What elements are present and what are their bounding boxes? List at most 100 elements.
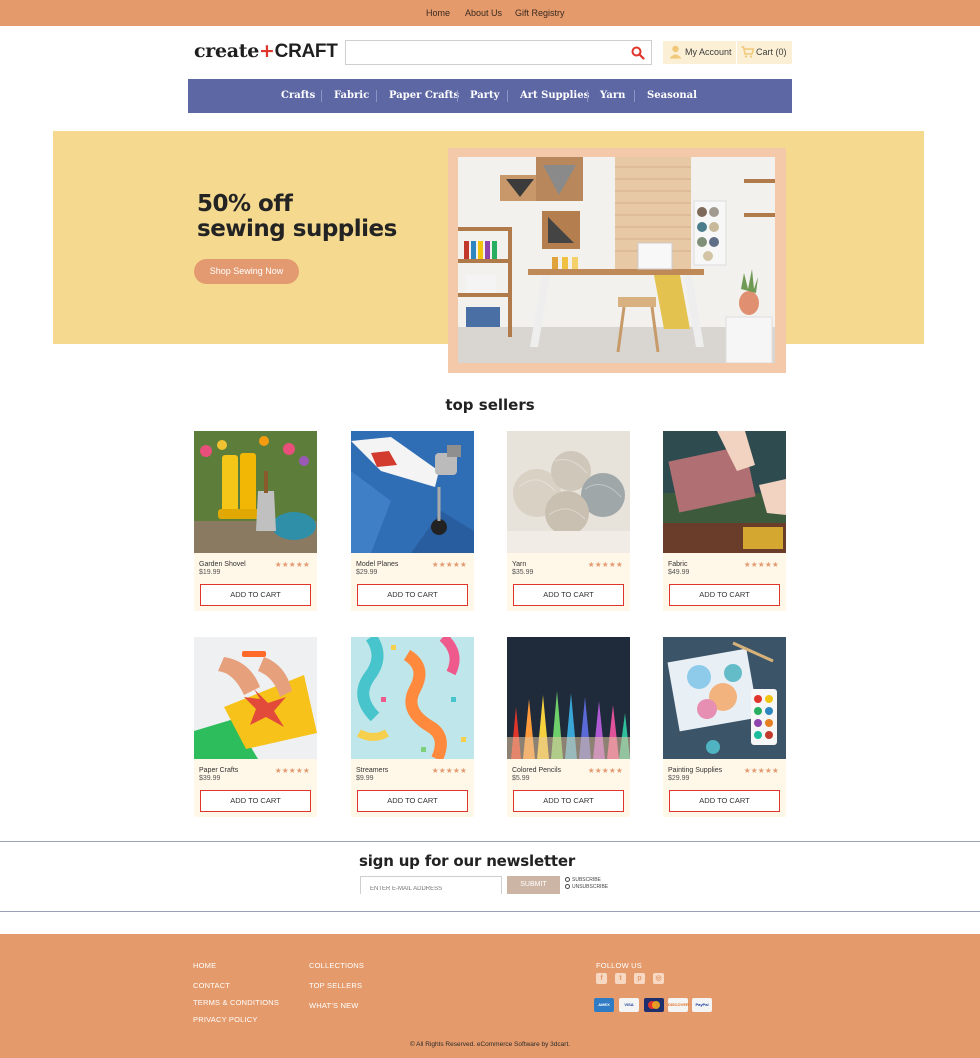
nav-divider — [457, 90, 458, 102]
footer-link-home[interactable]: HOME — [193, 961, 216, 970]
top-link-gift-registry[interactable]: Gift Registry — [515, 8, 565, 18]
facebook-icon[interactable]: f — [596, 973, 607, 984]
nav-divider — [507, 90, 508, 102]
category-nav: Crafts Fabric Paper Crafts Party Art Sup… — [188, 79, 792, 113]
top-sellers-title: top sellers — [445, 396, 535, 414]
hero-line2: sewing supplies — [197, 216, 397, 242]
hero-image — [458, 157, 775, 363]
product-image-streamers[interactable] — [351, 637, 474, 759]
top-link-about[interactable]: About Us — [465, 8, 502, 18]
product-price: $35.99 — [512, 569, 534, 576]
product-image-colored-pencils[interactable] — [507, 637, 630, 759]
add-to-cart-button[interactable]: ADD TO CART — [200, 790, 311, 812]
add-to-cart-button[interactable]: ADD TO CART — [669, 584, 780, 606]
product-name[interactable]: Garden Shovel — [199, 561, 246, 568]
product-price: $29.99 — [356, 569, 378, 576]
my-account-label: My Account — [685, 47, 732, 57]
discover-icon: DISCOVER — [668, 998, 689, 1012]
nav-item-art-supplies[interactable]: Art Supplies — [520, 90, 589, 101]
logo-plus: + — [259, 40, 275, 62]
product-name[interactable]: Paper Crafts — [199, 767, 238, 774]
radio-circle — [565, 884, 570, 890]
nav-item-crafts[interactable]: Crafts — [281, 90, 315, 101]
search-input[interactable] — [352, 44, 622, 61]
follow-us-heading: FOLLOW US — [596, 961, 642, 970]
product-name[interactable]: Yarn — [512, 561, 526, 568]
divider — [0, 911, 980, 912]
nav-item-party[interactable]: Party — [470, 90, 499, 101]
product-name[interactable]: Streamers — [356, 767, 388, 774]
nav-item-seasonal[interactable]: Seasonal — [647, 90, 697, 101]
product-name[interactable]: Painting Supplies — [668, 767, 722, 774]
product-image-garden-shovel[interactable] — [194, 431, 317, 553]
nav-divider — [634, 90, 635, 102]
product-image-yarn[interactable] — [507, 431, 630, 553]
search-box — [345, 40, 652, 65]
product-card: Yarn $35.99 ★★★★★ ADD TO CART — [507, 431, 630, 611]
footer-link-top-sellers[interactable]: TOP SELLERS — [309, 981, 362, 990]
unsubscribe-label: UNSUBSCRIBE — [572, 884, 609, 890]
subscribe-radio[interactable]: SUBSCRIBE — [565, 877, 601, 883]
newsletter-email-input[interactable] — [361, 881, 501, 897]
nav-divider — [321, 90, 322, 102]
amex-icon: AMEX — [594, 998, 614, 1012]
cart-icon — [741, 46, 754, 58]
product-card: Colored Pencils $5.99 ★★★★★ ADD TO CART — [507, 637, 630, 817]
product-price: $9.99 — [356, 775, 374, 782]
twitter-icon[interactable]: t — [615, 973, 626, 984]
mastercard-icon — [644, 998, 664, 1012]
instagram-icon[interactable]: ◎ — [653, 973, 664, 984]
product-image-model-planes[interactable] — [351, 431, 474, 553]
nav-item-fabric[interactable]: Fabric — [334, 90, 369, 101]
cart-button[interactable]: Cart (0) — [737, 41, 792, 64]
product-price: $39.99 — [199, 775, 221, 782]
newsletter-email-box — [360, 876, 502, 897]
product-image-fabric[interactable] — [663, 431, 786, 553]
paypal-icon: PayPal — [692, 998, 712, 1012]
add-to-cart-button[interactable]: ADD TO CART — [513, 790, 624, 812]
star-rating: ★★★★★ — [743, 766, 779, 775]
product-name[interactable]: Fabric — [668, 561, 687, 568]
newsletter-submit-button[interactable]: SUBMIT — [507, 876, 560, 894]
newsletter-title: sign up for our newsletter — [359, 852, 576, 870]
add-to-cart-button[interactable]: ADD TO CART — [357, 584, 468, 606]
product-image-painting-supplies[interactable] — [663, 637, 786, 759]
product-name[interactable]: Model Planes — [356, 561, 398, 568]
top-link-home[interactable]: Home — [426, 8, 450, 18]
star-rating: ★★★★★ — [431, 766, 467, 775]
product-image-paper-crafts[interactable] — [194, 637, 317, 759]
visa-icon: VISA — [619, 998, 639, 1012]
product-name[interactable]: Colored Pencils — [512, 767, 561, 774]
search-icon[interactable] — [631, 46, 645, 60]
nav-divider — [376, 90, 377, 102]
site-logo[interactable]: create+CRAFT — [194, 40, 338, 63]
add-to-cart-button[interactable]: ADD TO CART — [513, 584, 624, 606]
divider — [0, 841, 980, 842]
footer — [0, 934, 980, 1058]
shop-sewing-button[interactable]: Shop Sewing Now — [194, 259, 299, 284]
hero-line1: 50% off — [197, 191, 293, 217]
footer-link-whats-new[interactable]: WHAT'S NEW — [309, 1001, 359, 1010]
logo-word-create: create — [194, 40, 260, 62]
nav-item-paper-crafts[interactable]: Paper Crafts — [389, 90, 459, 101]
pinterest-icon[interactable]: p — [634, 973, 645, 984]
footer-link-privacy[interactable]: PRIVACY POLICY — [193, 1015, 258, 1024]
add-to-cart-button[interactable]: ADD TO CART — [200, 584, 311, 606]
my-account-button[interactable]: My Account — [663, 41, 736, 64]
top-utility-bar: Home About Us Gift Registry — [0, 0, 980, 26]
add-to-cart-button[interactable]: ADD TO CART — [669, 790, 780, 812]
add-to-cart-button[interactable]: ADD TO CART — [357, 790, 468, 812]
product-price: $49.99 — [668, 569, 690, 576]
footer-link-terms[interactable]: TERMS & CONDITIONS — [193, 998, 279, 1007]
nav-item-yarn[interactable]: Yarn — [600, 90, 625, 101]
footer-link-contact[interactable]: CONTACT — [193, 981, 230, 990]
star-rating: ★★★★★ — [431, 560, 467, 569]
unsubscribe-radio[interactable]: UNSUBSCRIBE — [565, 884, 608, 890]
product-card: Streamers $9.99 ★★★★★ ADD TO CART — [351, 637, 474, 817]
footer-link-collections[interactable]: COLLECTIONS — [309, 961, 364, 970]
product-price: $29.99 — [668, 775, 690, 782]
cart-label: Cart (0) — [756, 47, 787, 57]
product-card: Painting Supplies $29.99 ★★★★★ ADD TO CA… — [663, 637, 786, 817]
product-card: Garden Shovel $19.99 ★★★★★ ADD TO CART — [194, 431, 317, 611]
product-price: $5.99 — [512, 775, 530, 782]
